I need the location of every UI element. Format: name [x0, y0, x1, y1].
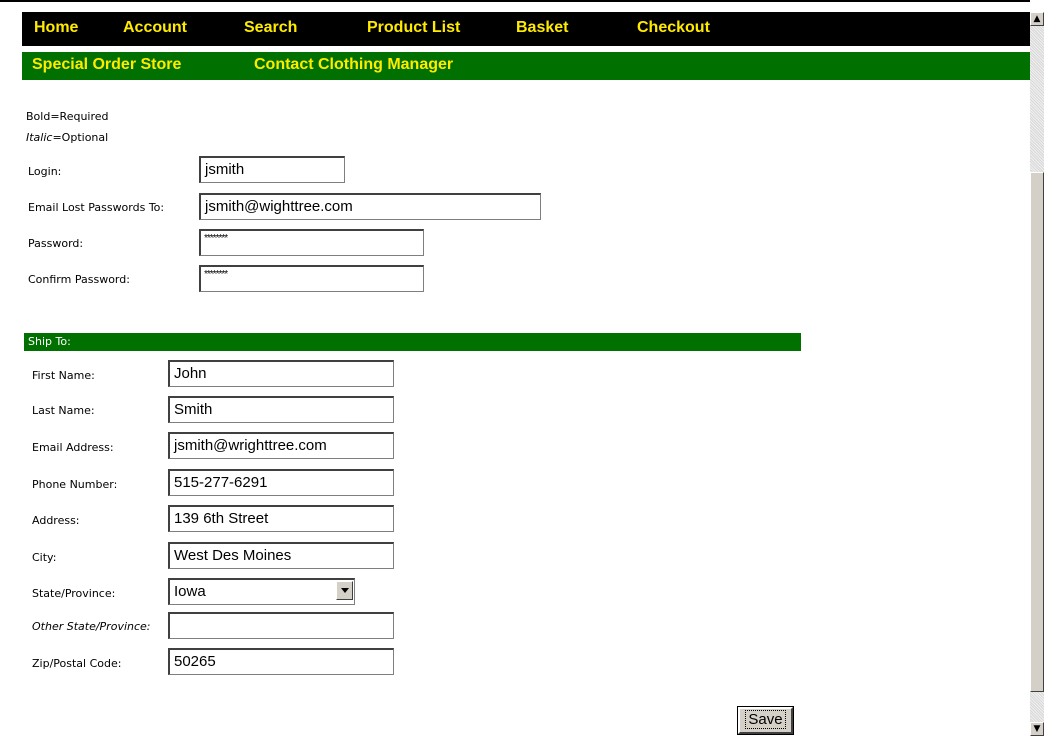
ship-to-header: Ship To: [24, 333, 801, 351]
password-label: Password: [28, 237, 84, 250]
login-input[interactable]: jsmith [199, 156, 345, 183]
city-input[interactable]: West Des Moines [168, 542, 394, 569]
phone-input[interactable]: 515-277-6291 [168, 469, 394, 496]
first-name-input[interactable]: John [168, 360, 394, 387]
email-input[interactable]: jsmith@wrighttree.com [168, 432, 394, 459]
last-name-label: Last Name: [32, 404, 95, 417]
scrollbar-thumb[interactable] [1030, 172, 1044, 692]
email-lost-input[interactable]: jsmith@wighttree.com [199, 193, 541, 220]
other-state-label: Other State/Province: [32, 620, 151, 633]
zip-label: Zip/Postal Code: [32, 657, 122, 670]
nav-product-list[interactable]: Product List [367, 19, 460, 37]
chevron-down-icon[interactable] [336, 581, 353, 600]
nav-contact-clothing-manager[interactable]: Contact Clothing Manager [254, 56, 453, 74]
confirm-password-label: Confirm Password: [28, 273, 130, 286]
nav-checkout[interactable]: Checkout [637, 19, 710, 37]
state-select[interactable]: Iowa [168, 578, 355, 605]
confirm-password-input[interactable]: ******** [199, 265, 424, 292]
zip-input[interactable]: 50265 [168, 648, 394, 675]
state-label: State/Province: [32, 587, 116, 600]
primary-nav: Home Account Search Product List Basket … [22, 12, 1030, 46]
city-label: City: [32, 551, 57, 564]
save-button-label: Save [745, 710, 786, 729]
nav-home[interactable]: Home [34, 19, 78, 37]
password-input[interactable]: ******** [199, 229, 424, 256]
email-lost-label: Email Lost Passwords To: [28, 201, 165, 214]
nav-account[interactable]: Account [123, 19, 187, 37]
vertical-scrollbar[interactable]: ▲ ▼ [1030, 12, 1044, 736]
address-label: Address: [32, 514, 80, 527]
nav-special-order-store[interactable]: Special Order Store [32, 56, 181, 74]
nav-basket[interactable]: Basket [516, 19, 568, 37]
other-state-input[interactable] [168, 612, 394, 639]
first-name-label: First Name: [32, 369, 95, 382]
legend-optional: Italic=Optional [26, 131, 109, 144]
save-button[interactable]: Save [737, 706, 794, 735]
email-label: Email Address: [32, 441, 114, 454]
scroll-down-icon[interactable]: ▼ [1030, 722, 1044, 736]
address-input[interactable]: 139 6th Street [168, 505, 394, 532]
window-top-border [0, 0, 1030, 2]
secondary-nav: Special Order Store Contact Clothing Man… [22, 52, 1030, 80]
login-label: Login: [28, 165, 62, 178]
last-name-input[interactable]: Smith [168, 396, 394, 423]
phone-label: Phone Number: [32, 478, 118, 491]
scroll-up-icon[interactable]: ▲ [1030, 12, 1044, 26]
nav-search[interactable]: Search [244, 19, 297, 37]
legend-required: Bold=Required [26, 110, 109, 123]
state-select-value: Iowa [174, 583, 206, 600]
